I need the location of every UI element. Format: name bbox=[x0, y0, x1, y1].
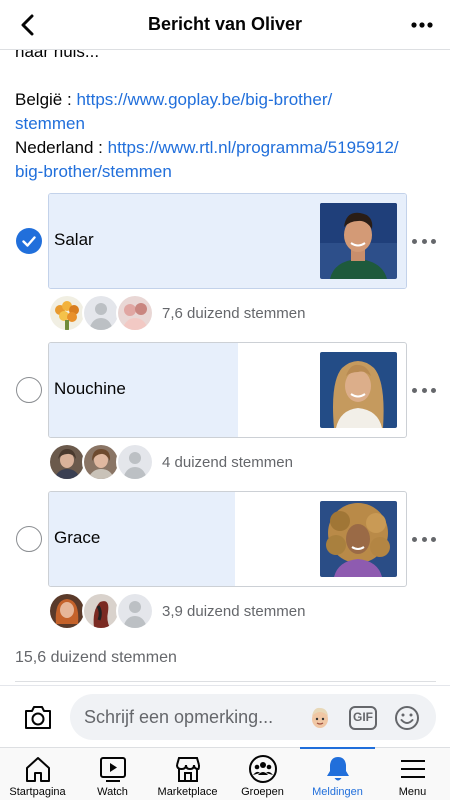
tab-meldingen[interactable]: Meldingen bbox=[300, 747, 375, 800]
gif-label: GIF bbox=[353, 710, 373, 724]
tab-startpagina[interactable]: Startpagina bbox=[0, 748, 75, 800]
comment-placeholder: Schrijf een opmerking... bbox=[84, 707, 274, 727]
home-icon bbox=[25, 757, 50, 782]
emoji-icon bbox=[395, 706, 419, 730]
poll-option-label: Salar bbox=[54, 230, 94, 249]
poll-option-label: Grace bbox=[54, 528, 101, 547]
tab-label: Groepen bbox=[241, 786, 284, 798]
poll-total-votes: 15,6 duizend stemmen bbox=[15, 649, 177, 666]
poll-option-salar[interactable]: Salar bbox=[48, 193, 407, 289]
poll-radio-grace[interactable] bbox=[16, 526, 42, 552]
poll-option-more-button[interactable] bbox=[412, 385, 436, 395]
more-horizontal-icon bbox=[411, 22, 433, 28]
vote-count: 3,9 duizend stemmen bbox=[162, 602, 306, 620]
avatar bbox=[82, 294, 120, 332]
groups-icon bbox=[248, 755, 277, 783]
tab-label: Meldingen bbox=[312, 786, 363, 798]
check-icon bbox=[22, 235, 36, 247]
belgium-label: België : bbox=[15, 90, 77, 109]
bell-icon bbox=[326, 757, 349, 781]
more-options-button[interactable] bbox=[408, 11, 436, 39]
avatar bbox=[116, 592, 154, 630]
avatar bbox=[82, 592, 120, 630]
avatar bbox=[48, 443, 86, 481]
chevron-left-icon bbox=[21, 14, 34, 36]
post-content: naar huis... België : https://www.goplay… bbox=[0, 50, 450, 685]
grace-photo bbox=[320, 501, 397, 577]
tab-marketplace[interactable]: Marketplace bbox=[150, 748, 225, 800]
netherlands-label: Nederland : bbox=[15, 138, 108, 157]
divider bbox=[15, 681, 436, 682]
poll-option-label: Nouchine bbox=[54, 379, 126, 398]
tab-label: Menu bbox=[398, 786, 427, 798]
gif-button[interactable]: GIF bbox=[348, 704, 378, 732]
page-title: Bericht van Oliver bbox=[147, 14, 303, 34]
poll-option-nouchine[interactable]: Nouchine bbox=[48, 342, 407, 438]
tab-menu[interactable]: Menu bbox=[375, 748, 450, 800]
nouchine-photo bbox=[320, 352, 397, 428]
tab-groepen[interactable]: Groepen bbox=[225, 748, 300, 800]
poll-radio-nouchine[interactable] bbox=[16, 377, 42, 403]
camera-icon bbox=[25, 706, 51, 729]
header-bar: Bericht van Oliver bbox=[0, 0, 450, 50]
salar-photo bbox=[320, 203, 397, 279]
avatar bbox=[82, 443, 120, 481]
post-text-netherlands: Nederland : https://www.rtl.nl/programma… bbox=[15, 136, 440, 184]
poll-option-more-button[interactable] bbox=[412, 236, 436, 246]
avatar bbox=[116, 294, 154, 332]
comment-bar: Schrijf een opmerking... GIF bbox=[0, 685, 450, 747]
marketplace-icon bbox=[175, 757, 200, 782]
comment-input[interactable]: Schrijf een opmerking... GIF bbox=[70, 694, 436, 740]
avatar-sticker-icon bbox=[312, 707, 328, 728]
back-button[interactable] bbox=[14, 11, 42, 39]
tab-label: Watch bbox=[97, 786, 128, 798]
voters-row-nouchine[interactable]: 4 duizend stemmen bbox=[48, 442, 293, 482]
poll-option-grace[interactable]: Grace bbox=[48, 491, 407, 587]
vote-count: 7,6 duizend stemmen bbox=[162, 304, 306, 322]
avatar bbox=[48, 592, 86, 630]
tab-label: Startpagina bbox=[9, 786, 66, 798]
watch-icon bbox=[99, 757, 126, 782]
tab-watch[interactable]: Watch bbox=[75, 748, 150, 800]
post-text-cut: naar huis... bbox=[15, 50, 100, 61]
bottom-tab-bar: Startpagina Watch Marketplace Groepen Me… bbox=[0, 747, 450, 800]
menu-icon bbox=[400, 760, 425, 778]
avatar bbox=[116, 443, 154, 481]
poll-option-more-button[interactable] bbox=[412, 534, 436, 544]
poll-radio-salar[interactable] bbox=[16, 228, 42, 254]
camera-button[interactable] bbox=[22, 701, 54, 733]
emoji-button[interactable] bbox=[393, 704, 421, 732]
tab-label: Marketplace bbox=[157, 786, 218, 798]
voters-row-salar[interactable]: 7,6 duizend stemmen bbox=[48, 293, 305, 333]
vote-count: 4 duizend stemmen bbox=[162, 453, 293, 471]
avatar bbox=[48, 294, 86, 332]
avatar-sticker-button[interactable] bbox=[306, 704, 334, 732]
post-text-belgium: België : https://www.goplay.be/big-broth… bbox=[15, 88, 440, 136]
voters-row-grace[interactable]: 3,9 duizend stemmen bbox=[48, 591, 305, 631]
